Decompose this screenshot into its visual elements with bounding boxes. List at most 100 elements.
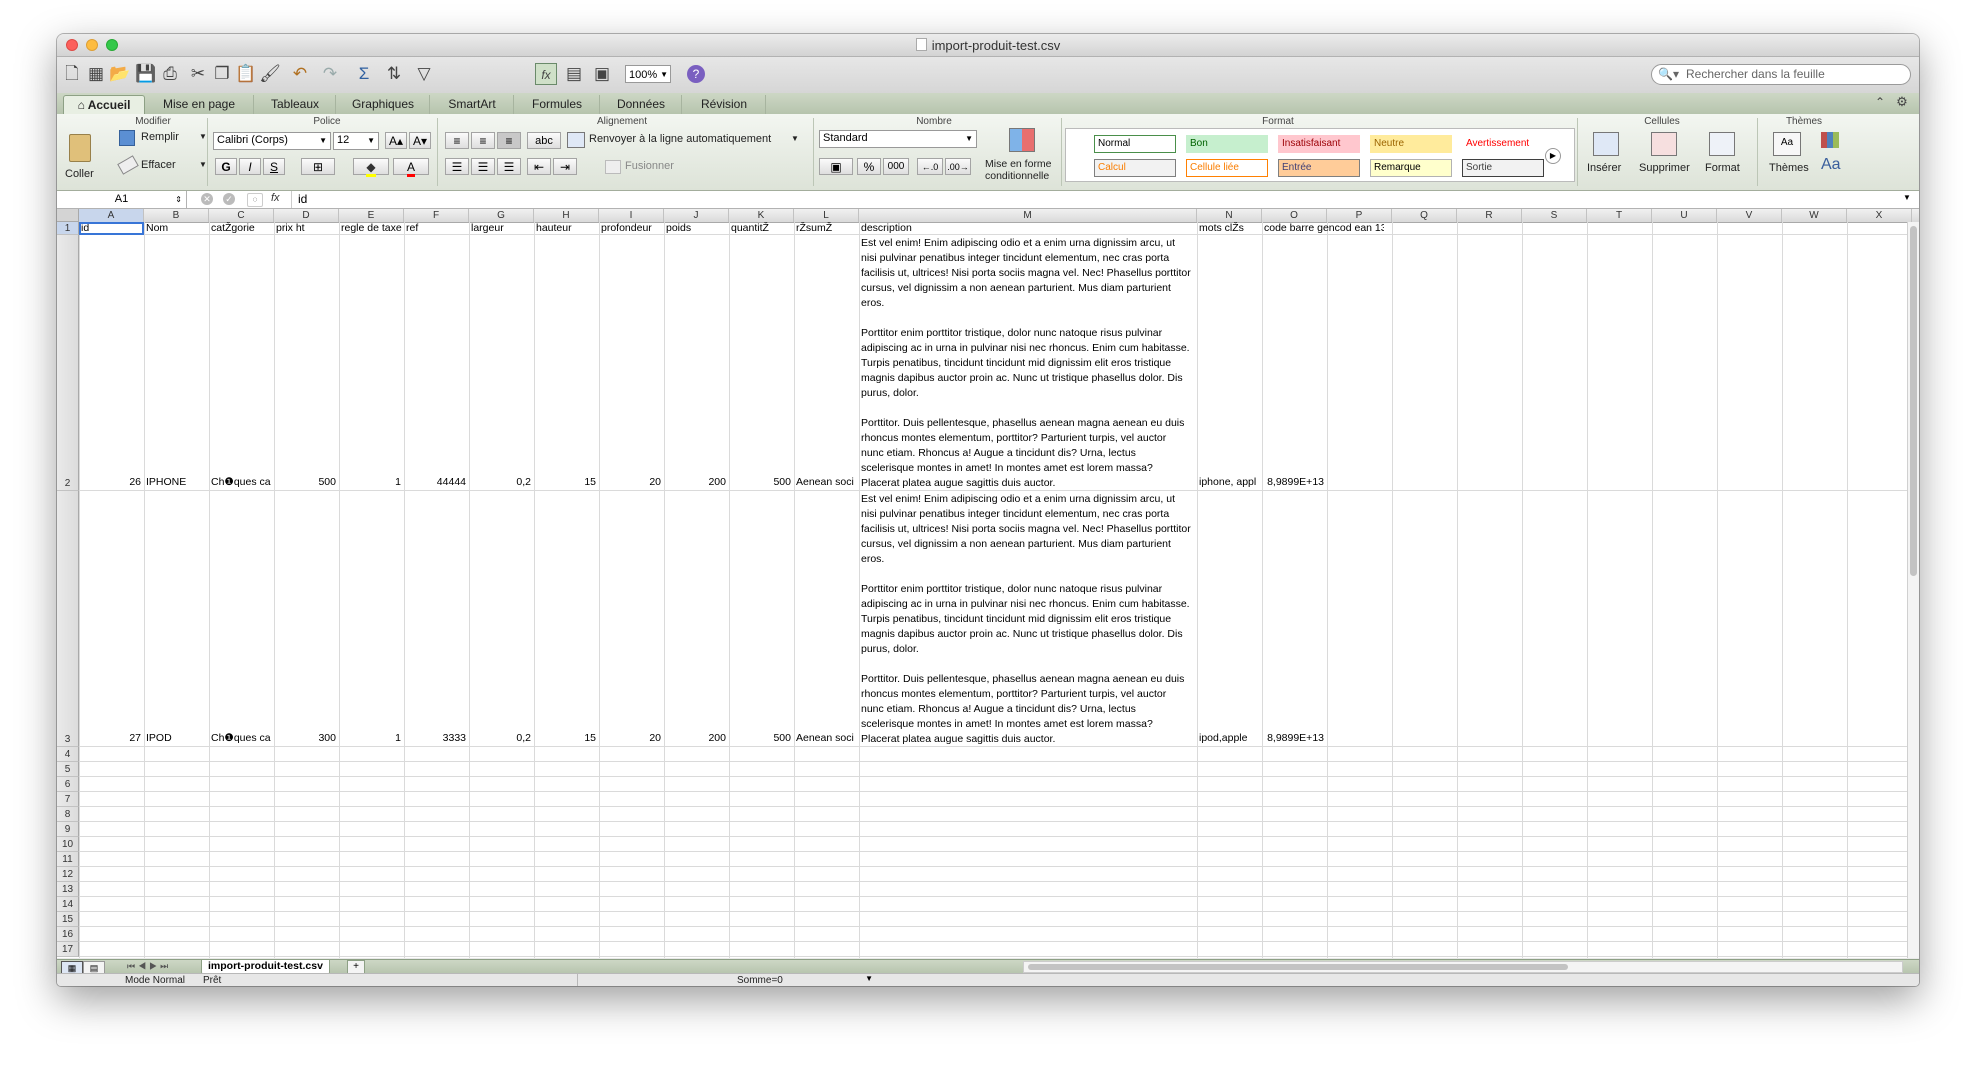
insert-cells-button[interactable]: Insérer bbox=[1583, 130, 1633, 186]
data-cell[interactable]: 44444 bbox=[406, 476, 466, 489]
data-cell[interactable]: Aenean soci bbox=[796, 732, 856, 745]
templates-icon[interactable]: ▦ bbox=[85, 63, 107, 85]
header-cell[interactable]: ref bbox=[406, 222, 468, 235]
media-browser-icon[interactable]: ▣ bbox=[591, 63, 613, 85]
keywords-cell[interactable]: iphone, appl bbox=[1199, 476, 1261, 489]
row-header[interactable]: 4 bbox=[57, 747, 79, 762]
header-cell[interactable]: mots clŽs bbox=[1199, 222, 1261, 235]
align-right-button[interactable]: ☰ bbox=[497, 158, 521, 175]
tab-donnees[interactable]: Données bbox=[601, 95, 682, 114]
font-color-button[interactable]: A bbox=[393, 158, 429, 177]
row-header[interactable]: 2 bbox=[57, 235, 79, 491]
column-header[interactable]: H bbox=[534, 209, 599, 222]
data-cell[interactable]: 500 bbox=[731, 732, 791, 745]
header-cell[interactable]: description bbox=[861, 222, 1196, 235]
increase-indent-button[interactable]: ⇥ bbox=[553, 158, 577, 175]
cell-style-swatch[interactable]: Sortie bbox=[1462, 159, 1544, 177]
font-size-select[interactable]: 12 ▼ bbox=[333, 132, 379, 150]
align-bottom-button[interactable]: ≡ bbox=[497, 132, 521, 149]
confirm-formula-icon[interactable]: ✓ bbox=[223, 193, 235, 205]
column-header[interactable]: W bbox=[1782, 209, 1847, 222]
column-header[interactable]: F bbox=[404, 209, 469, 222]
borders-button[interactable]: ⊞ bbox=[301, 158, 335, 175]
select-all-button[interactable] bbox=[57, 209, 79, 222]
data-cell[interactable]: 15 bbox=[536, 476, 596, 489]
search-field[interactable]: 🔍▾ Rechercher dans la feuille bbox=[1651, 64, 1911, 85]
data-cell[interactable]: 20 bbox=[601, 732, 661, 745]
bold-button[interactable]: G bbox=[215, 158, 237, 175]
column-header[interactable]: C bbox=[209, 209, 274, 222]
row-header[interactable]: 7 bbox=[57, 792, 79, 807]
cell-style-swatch[interactable]: Bon bbox=[1186, 135, 1268, 153]
vertical-scrollbar[interactable] bbox=[1907, 222, 1919, 958]
row-header[interactable]: 8 bbox=[57, 807, 79, 822]
expand-formula-icon[interactable]: ▼ bbox=[1903, 193, 1911, 202]
fill-color-button[interactable]: ◆ bbox=[353, 158, 389, 177]
italic-button[interactable]: I bbox=[239, 158, 261, 175]
header-cell[interactable]: catŽgorie bbox=[211, 222, 273, 235]
cell-style-swatch[interactable]: Normal bbox=[1094, 135, 1176, 153]
data-cell[interactable]: 1 bbox=[341, 732, 401, 745]
paste-button[interactable]: Coller bbox=[65, 130, 95, 186]
percent-button[interactable]: % bbox=[857, 158, 881, 175]
wrap-text-button[interactable]: Renvoyer à la ligne automatiquement ▼ bbox=[567, 130, 799, 150]
column-header[interactable]: L bbox=[794, 209, 859, 222]
shrink-font-button[interactable]: A▾ bbox=[409, 132, 431, 149]
name-box[interactable]: A1 ⇕ bbox=[57, 191, 187, 208]
description-cell[interactable]: Est vel enim! Enim adipiscing odio et a … bbox=[861, 492, 1191, 747]
cell-style-swatch[interactable]: Insatisfaisant bbox=[1278, 135, 1360, 153]
paste-icon[interactable]: 📋 bbox=[235, 63, 257, 85]
number-format-select[interactable]: Standard ▼ bbox=[819, 130, 977, 148]
column-header[interactable]: T bbox=[1587, 209, 1652, 222]
barcode-cell[interactable]: 8,9899E+13 bbox=[1264, 476, 1324, 489]
thousands-button[interactable]: 000 bbox=[883, 158, 909, 175]
data-cell[interactable]: 0,2 bbox=[471, 476, 531, 489]
data-cell[interactable]: Ch❶ques ca bbox=[211, 732, 271, 745]
row-header[interactable]: 16 bbox=[57, 927, 79, 942]
merge-button[interactable]: Fusionner bbox=[605, 158, 705, 176]
column-header[interactable]: G bbox=[469, 209, 534, 222]
format-cells-button[interactable]: Format bbox=[1697, 130, 1747, 186]
cell-style-swatch[interactable]: Remarque bbox=[1370, 159, 1452, 177]
header-cell[interactable]: quantitŽ bbox=[731, 222, 793, 235]
sort-icon[interactable]: ⇅ bbox=[383, 63, 405, 85]
redo-icon[interactable]: ↷ bbox=[319, 63, 341, 85]
data-cell[interactable]: 500 bbox=[276, 476, 336, 489]
row-header[interactable]: 9 bbox=[57, 822, 79, 837]
toolbox-icon[interactable]: ▤ bbox=[563, 63, 585, 85]
data-cell[interactable]: 1 bbox=[341, 476, 401, 489]
data-cell[interactable]: Ch❶ques ca bbox=[211, 476, 271, 489]
data-cell[interactable]: 200 bbox=[666, 476, 726, 489]
data-cell[interactable]: 15 bbox=[536, 732, 596, 745]
column-header[interactable]: M bbox=[859, 209, 1197, 222]
row-header[interactable]: 11 bbox=[57, 852, 79, 867]
column-header[interactable]: U bbox=[1652, 209, 1717, 222]
data-cell[interactable]: 0,2 bbox=[471, 732, 531, 745]
column-header[interactable]: X bbox=[1847, 209, 1912, 222]
data-cell[interactable]: 3333 bbox=[406, 732, 466, 745]
row-header[interactable]: 17 bbox=[57, 942, 79, 957]
zoom-select[interactable]: 100% ▼ bbox=[625, 65, 671, 83]
formula-input[interactable]: id bbox=[291, 191, 1901, 208]
column-header[interactable]: J bbox=[664, 209, 729, 222]
data-cell[interactable]: 27 bbox=[81, 732, 141, 745]
cut-icon[interactable]: ✂ bbox=[187, 63, 209, 85]
add-sheet-button[interactable]: + bbox=[347, 960, 365, 974]
column-header[interactable]: N bbox=[1197, 209, 1262, 222]
print-icon[interactable]: ⎙ bbox=[159, 63, 181, 85]
sum-select[interactable]: Somme=0 ▼ bbox=[737, 974, 877, 986]
row-header[interactable]: 5 bbox=[57, 762, 79, 777]
tab-formules[interactable]: Formules bbox=[515, 95, 600, 114]
cancel-formula-icon[interactable]: ✕ bbox=[201, 193, 213, 205]
tab-tableaux[interactable]: Tableaux bbox=[255, 95, 336, 114]
currency-button[interactable]: ▣ bbox=[819, 158, 853, 175]
delete-cells-button[interactable]: Supprimer bbox=[1637, 130, 1693, 186]
help-icon[interactable]: ? bbox=[687, 65, 705, 83]
collapse-ribbon-icon[interactable]: ⌃ bbox=[1869, 91, 1891, 113]
styles-scroll-button[interactable]: ▶ bbox=[1545, 148, 1561, 164]
column-header[interactable]: D bbox=[274, 209, 339, 222]
column-header[interactable]: K bbox=[729, 209, 794, 222]
increase-decimal-button[interactable]: ←.0 bbox=[917, 158, 943, 175]
data-cell[interactable]: 26 bbox=[81, 476, 141, 489]
tab-graphiques[interactable]: Graphiques bbox=[337, 95, 430, 114]
